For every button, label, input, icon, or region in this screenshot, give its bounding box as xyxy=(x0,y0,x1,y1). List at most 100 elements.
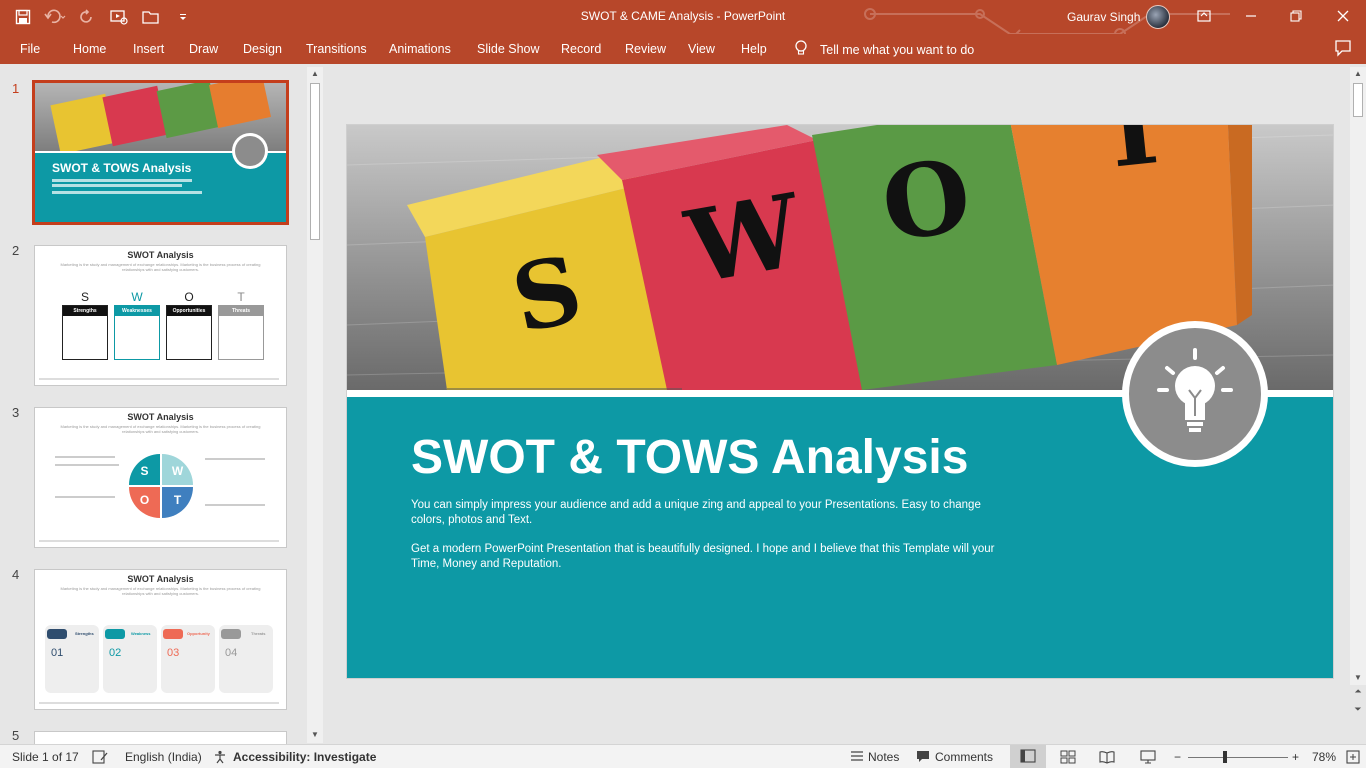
thumb-footer xyxy=(39,702,279,704)
thumb-card: Weakness 02 xyxy=(103,625,157,693)
accessibility-status[interactable]: Accessibility: Investigate xyxy=(233,750,376,764)
scroll-up-arrow-icon[interactable]: ▲ xyxy=(307,67,323,81)
comments-button[interactable]: Comments xyxy=(935,750,993,764)
user-name[interactable]: Gaurav Singh xyxy=(1067,10,1140,24)
scroll-up-arrow-icon[interactable]: ▲ xyxy=(1350,67,1366,81)
comments-bubble-icon[interactable] xyxy=(916,750,930,766)
thumb-slide-2-title: SWOT Analysis xyxy=(127,250,194,260)
thumb-slide-4-title: SWOT Analysis xyxy=(127,574,194,584)
thumb-card: Strengths xyxy=(62,305,108,360)
tab-view[interactable]: View xyxy=(688,42,715,56)
tab-animations[interactable]: Animations xyxy=(389,42,451,56)
title-bar: SWOT & CAME Analysis - PowerPoint Gaurav… xyxy=(0,0,1366,34)
main-slide[interactable]: S W O T SWOT & TOWS Analysis You can sim… xyxy=(346,124,1334,679)
thumb-card: Opportunity 03 xyxy=(161,625,215,693)
zoom-slider-knob[interactable] xyxy=(1223,751,1227,763)
thumb-card: Strengths 01 xyxy=(45,625,99,693)
tab-record[interactable]: Record xyxy=(561,42,601,56)
slide-body-paragraph-1[interactable]: You can simply impress your audience and… xyxy=(411,498,1011,528)
slide-number-4: 4 xyxy=(12,567,20,582)
thumb-swot-circle: S W O T xyxy=(129,454,193,518)
close-icon[interactable] xyxy=(1332,6,1354,28)
block-letter-o: O xyxy=(875,136,978,265)
zoom-level[interactable]: 78% xyxy=(1312,750,1336,764)
accessibility-icon[interactable] xyxy=(213,750,229,767)
tab-review[interactable]: Review xyxy=(625,42,666,56)
next-slide-icon[interactable]: ⏷ xyxy=(1350,704,1366,720)
notes-button[interactable]: Notes xyxy=(868,750,899,764)
thumb-letter: S xyxy=(80,290,89,304)
thumb-text-line xyxy=(52,191,202,194)
thumb-slide-4-subtitle: Marketing is the study and management of… xyxy=(60,586,261,596)
slide-sorter-icon[interactable] xyxy=(1060,750,1076,767)
tab-design[interactable]: Design xyxy=(243,42,282,56)
reading-view-icon[interactable] xyxy=(1099,750,1115,767)
slide-thumbnail-pane: 1 SWOT & TOWS Analysis 2 SWOT Analysis M… xyxy=(0,64,325,744)
slide-number-1: 1 xyxy=(12,81,20,96)
slide-number-2: 2 xyxy=(12,243,20,258)
slide-title[interactable]: SWOT & TOWS Analysis xyxy=(411,430,968,485)
tab-home[interactable]: Home xyxy=(73,42,106,56)
language-indicator[interactable]: English (India) xyxy=(125,750,202,764)
fit-to-window-icon[interactable] xyxy=(1346,750,1360,767)
thumb-card: Threats 04 xyxy=(219,625,273,693)
thumb-footer xyxy=(39,540,279,542)
status-bar: Slide 1 of 17 English (India) Accessibil… xyxy=(0,744,1366,768)
lightbulb-icon xyxy=(1157,348,1233,432)
scrollbar-thumb[interactable] xyxy=(310,83,320,240)
scrollbar-thumb[interactable] xyxy=(1353,83,1363,117)
tab-file[interactable]: File xyxy=(20,42,40,56)
ribbon-display-options-icon[interactable] xyxy=(1193,6,1215,28)
block-letter-t: T xyxy=(1090,125,1176,192)
lightbulb-badge xyxy=(1122,321,1268,467)
normal-view-button[interactable] xyxy=(1010,745,1046,768)
thumb-letter: O xyxy=(184,290,194,304)
tab-insert[interactable]: Insert xyxy=(133,42,164,56)
thumb-block-orange xyxy=(209,83,271,129)
minimize-icon[interactable] xyxy=(1240,6,1262,28)
tab-slide-show[interactable]: Slide Show xyxy=(477,42,540,56)
thumb-card: Weaknesses xyxy=(114,305,160,360)
tab-draw[interactable]: Draw xyxy=(189,42,218,56)
scroll-down-arrow-icon[interactable]: ▼ xyxy=(307,728,323,742)
thumb-slide-2-subtitle: Marketing is the study and management of… xyxy=(60,262,261,272)
slide-show-icon[interactable] xyxy=(1140,750,1156,767)
thumb-slide-3-subtitle: Marketing is the study and management of… xyxy=(60,424,261,434)
thumb-letter: W xyxy=(131,290,143,304)
thumbnail-slide-4[interactable]: SWOT Analysis Marketing is the study and… xyxy=(34,569,287,710)
comments-icon[interactable] xyxy=(1334,39,1352,57)
zoom-slider-track[interactable] xyxy=(1188,757,1288,758)
tell-me-search[interactable]: Tell me what you want to do xyxy=(794,40,974,59)
restore-icon[interactable] xyxy=(1285,6,1307,28)
previous-slide-icon[interactable]: ⏶ xyxy=(1350,686,1366,702)
tell-me-text: Tell me what you want to do xyxy=(820,42,975,57)
block-letter-w: W xyxy=(677,171,811,307)
thumb-slide-3-title: SWOT Analysis xyxy=(127,412,194,422)
thumbnail-scrollbar[interactable]: ▲ ▼ xyxy=(307,67,323,743)
avatar[interactable] xyxy=(1146,5,1170,29)
thumb-text-line xyxy=(52,179,192,182)
tab-help[interactable]: Help xyxy=(741,42,767,56)
slide-number-5: 5 xyxy=(12,728,20,743)
thumbnail-slide-5[interactable] xyxy=(34,731,287,744)
thumb-footer xyxy=(39,378,279,380)
thumb-bulb-badge xyxy=(232,133,268,169)
tab-transitions[interactable]: Transitions xyxy=(306,42,367,56)
scroll-down-arrow-icon[interactable]: ▼ xyxy=(1350,671,1366,685)
zoom-out-icon[interactable]: − xyxy=(1174,750,1181,764)
thumbnail-slide-3[interactable]: SWOT Analysis Marketing is the study and… xyxy=(34,407,287,548)
slide-editor: S W O T SWOT & TOWS Analysis You can sim… xyxy=(326,64,1366,744)
editor-scrollbar[interactable]: ▲ ▼ xyxy=(1350,67,1366,685)
slide-number-3: 3 xyxy=(12,405,20,420)
ribbon-tabs: File Home Insert Draw Design Transitions… xyxy=(0,34,1366,64)
zoom-in-icon[interactable]: + xyxy=(1292,750,1299,764)
slide-body-paragraph-2[interactable]: Get a modern PowerPoint Presentation tha… xyxy=(411,542,1011,572)
notes-icon[interactable] xyxy=(850,750,864,765)
thumbnail-slide-1[interactable]: SWOT & TOWS Analysis xyxy=(32,80,289,225)
slide-counter: Slide 1 of 17 xyxy=(12,750,79,764)
spelling-check-icon[interactable] xyxy=(92,750,108,767)
thumbnail-slide-2[interactable]: SWOT Analysis Marketing is the study and… xyxy=(34,245,287,386)
thumb-card: Threats xyxy=(218,305,264,360)
thumb-text-line xyxy=(52,184,182,187)
thumb-slide-1-title: SWOT & TOWS Analysis xyxy=(52,161,192,175)
